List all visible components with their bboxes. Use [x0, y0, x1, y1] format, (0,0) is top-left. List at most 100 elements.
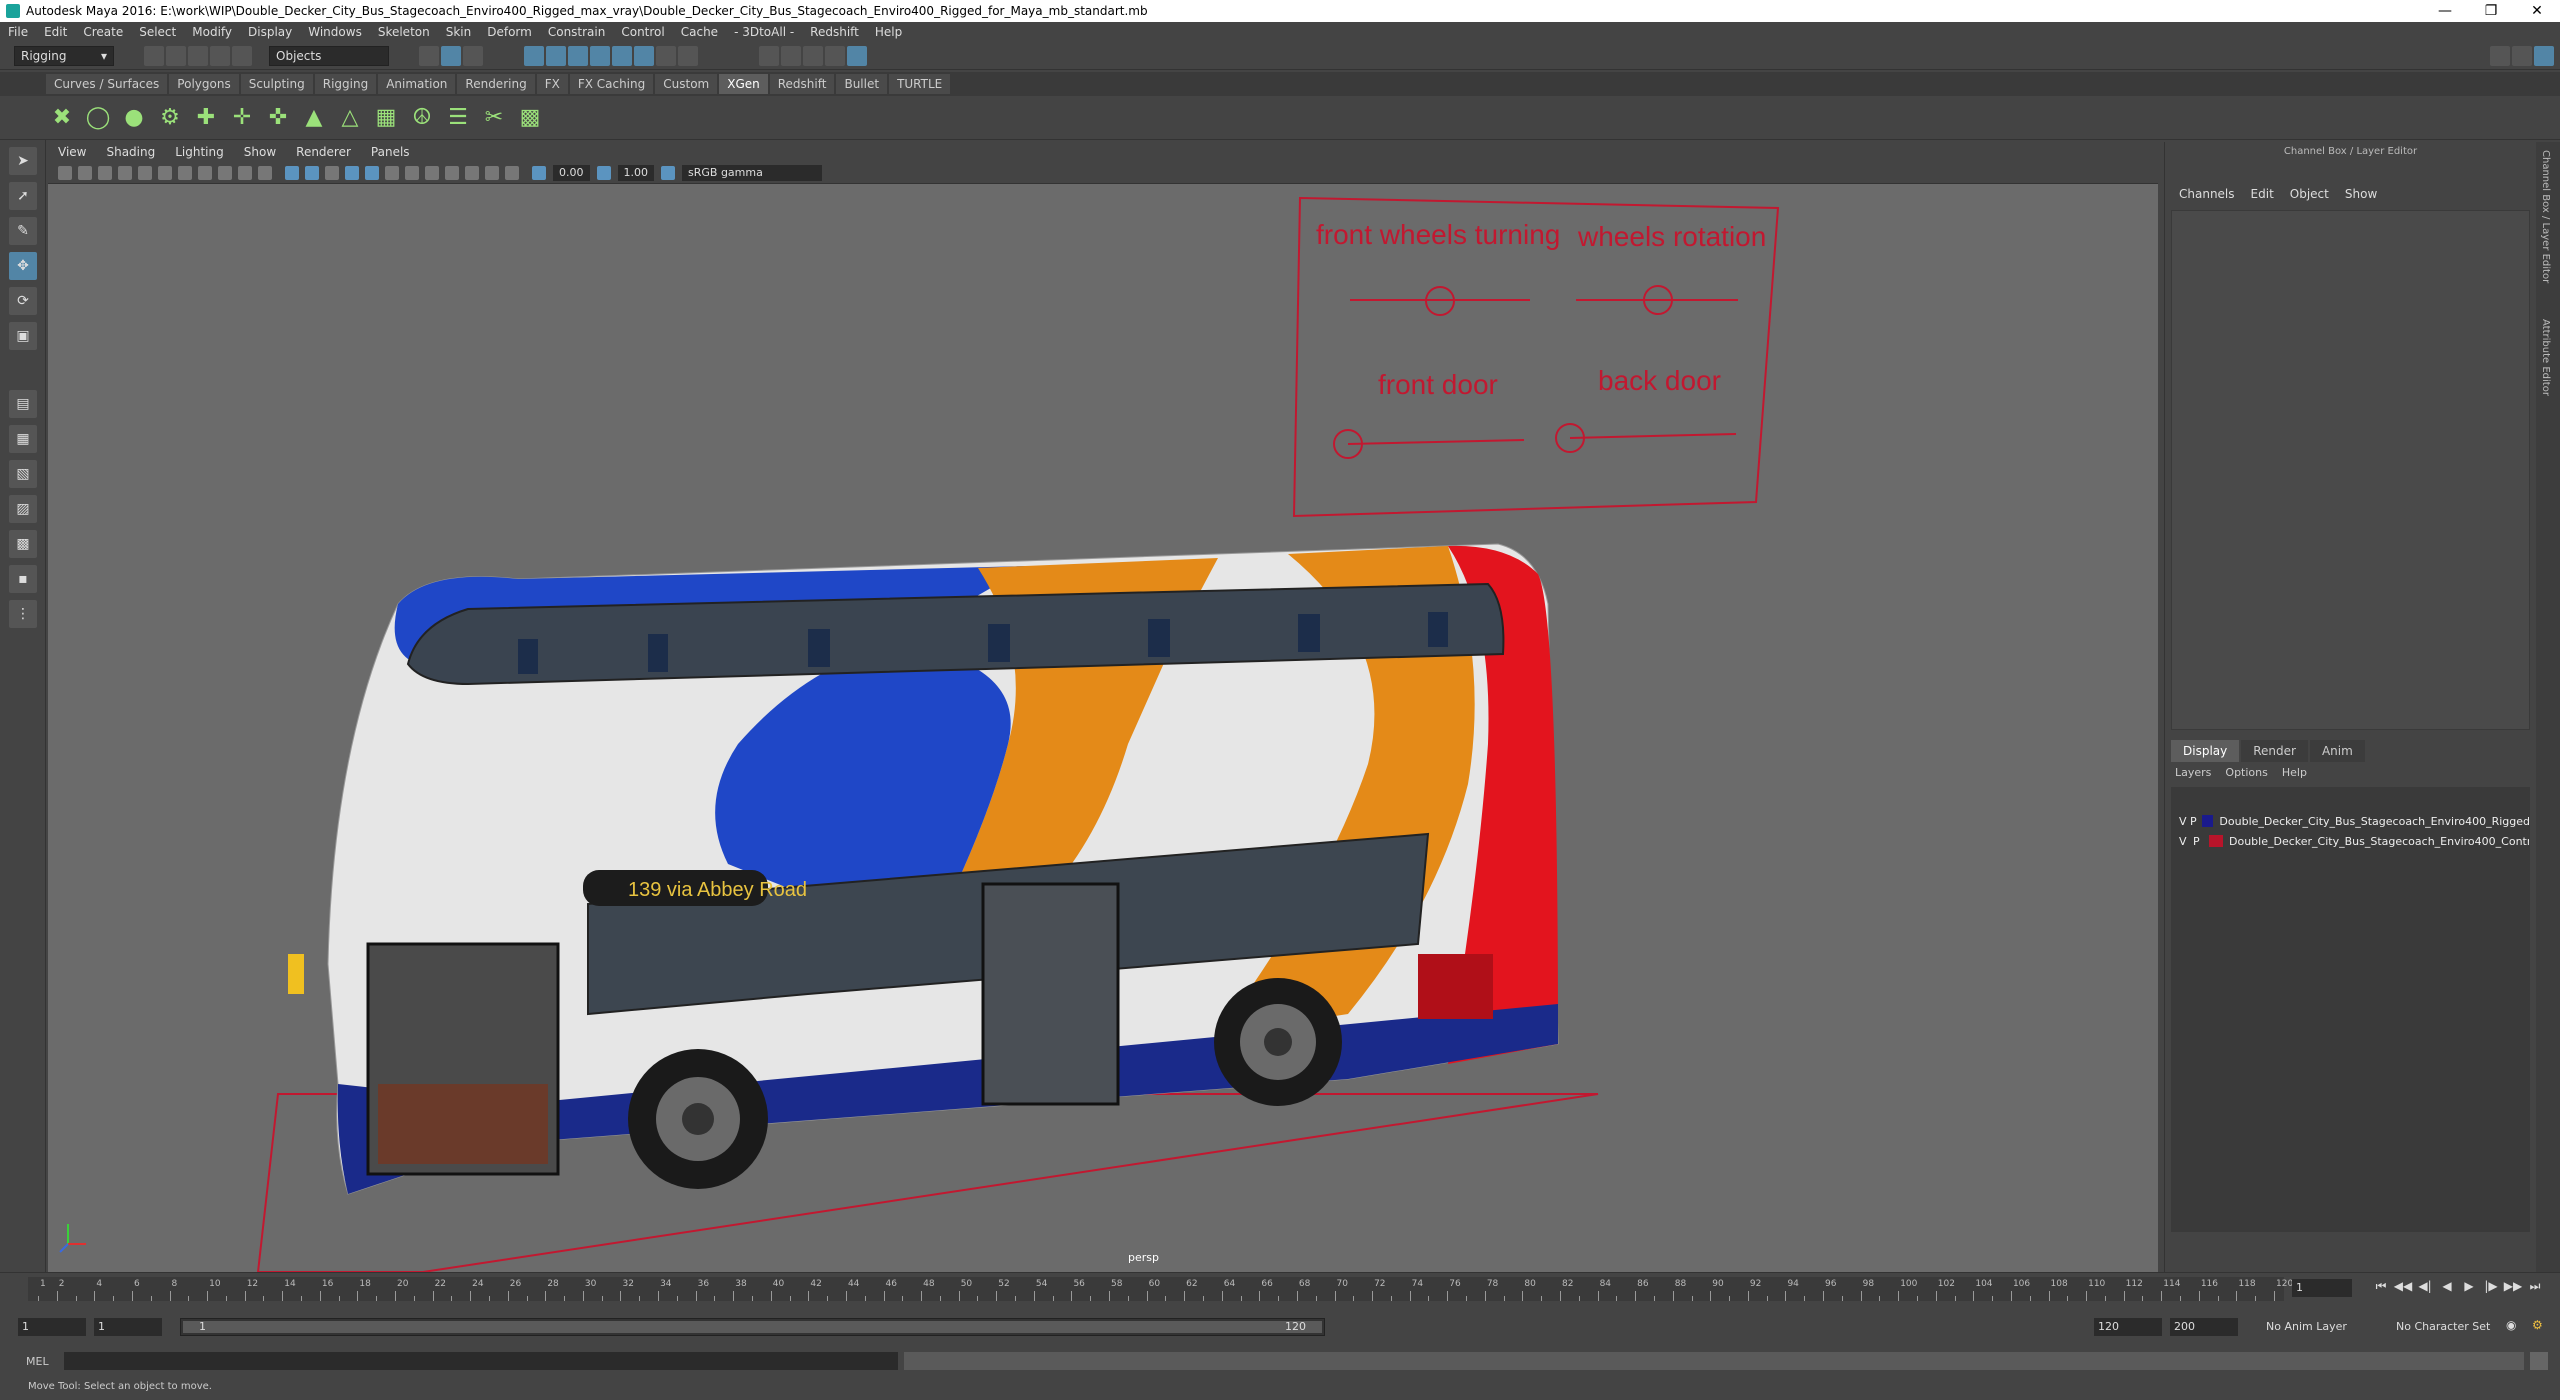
gamma-icon[interactable]: [596, 165, 611, 180]
step-forward-icon[interactable]: |▶: [2480, 1279, 2502, 1297]
restore-icon[interactable]: ❐: [2468, 0, 2514, 22]
shelf-tab-redshift[interactable]: Redshift: [769, 74, 835, 94]
xgen-preview-icon[interactable]: ▩: [516, 104, 544, 132]
layer-playback[interactable]: P: [2193, 835, 2209, 848]
panel-menu-shading[interactable]: Shading: [96, 145, 165, 159]
time-ruler[interactable]: 1 2 4 6 8 10 12 14 16 18 20 22 24 26 28 30 32 34 36 38 40 42 4…: [28, 1277, 2293, 1301]
menu-3dtoall[interactable]: - 3DtoAll -: [726, 25, 802, 39]
shelf-tab-xgen[interactable]: XGen: [719, 74, 768, 94]
shelf-tab-rigging[interactable]: Rigging: [314, 74, 377, 94]
bus-model[interactable]: 139 via Abbey Road: [288, 543, 1559, 1195]
anim-layer-dropdown[interactable]: No Anim Layer: [2262, 1318, 2372, 1336]
play-forward-icon[interactable]: ▶: [2458, 1279, 2480, 1297]
anim-end-field[interactable]: 200: [2170, 1318, 2238, 1336]
anti-aliasing-icon[interactable]: [445, 165, 459, 180]
snap-surface-icon[interactable]: [612, 45, 632, 66]
image-plane-icon[interactable]: [118, 165, 132, 180]
shadows-icon[interactable]: [385, 165, 399, 180]
select-object-icon[interactable]: [441, 45, 461, 66]
side-tab-attribute-editor[interactable]: Attribute Editor: [2536, 311, 2555, 404]
use-all-lights-icon[interactable]: [365, 165, 379, 180]
select-hierarchy-icon[interactable]: [419, 45, 439, 66]
menu-deform[interactable]: Deform: [479, 25, 540, 39]
grid-toggle-icon[interactable]: [138, 165, 152, 180]
xgen-bend-icon[interactable]: △: [336, 104, 364, 132]
ipr-render-icon[interactable]: [781, 45, 801, 66]
outliner-layout-icon[interactable]: ▪: [9, 565, 37, 593]
persp-graph-icon[interactable]: ▨: [9, 495, 37, 523]
panel-menu-view[interactable]: View: [48, 145, 96, 159]
channel-menu-object[interactable]: Object: [2282, 187, 2337, 201]
film-gate-icon[interactable]: [158, 165, 172, 180]
default-material-icon[interactable]: [325, 165, 339, 180]
menu-redshift[interactable]: Redshift: [802, 25, 867, 39]
xgen-comb-icon[interactable]: ☰: [444, 104, 472, 132]
gate-mask-icon[interactable]: [198, 165, 212, 180]
persp-outliner-icon[interactable]: ▧: [9, 460, 37, 488]
menu-windows[interactable]: Windows: [300, 25, 370, 39]
camera-select-icon[interactable]: [58, 165, 72, 180]
resolution-gate-icon[interactable]: [178, 165, 192, 180]
single-perspective-icon[interactable]: ▤: [9, 390, 37, 418]
select-tool-icon[interactable]: ➤: [9, 147, 37, 175]
shelf-tab-curves[interactable]: Curves / Surfaces: [46, 74, 168, 94]
bookmark-icon[interactable]: [98, 165, 112, 180]
shelf-tab-polygons[interactable]: Polygons: [169, 74, 239, 94]
render-settings-icon[interactable]: [803, 45, 823, 66]
range-slider[interactable]: 1 120: [180, 1318, 1325, 1336]
xgen-cut-icon[interactable]: ✂: [480, 104, 508, 132]
menu-modify[interactable]: Modify: [184, 25, 240, 39]
menu-constrain[interactable]: Constrain: [540, 25, 614, 39]
colorspace-dropdown[interactable]: sRGB gamma: [682, 164, 822, 181]
selection-mode-dropdown[interactable]: Objects: [269, 45, 389, 66]
scale-tool-icon[interactable]: ▣: [9, 322, 37, 350]
xgen-editor-icon[interactable]: ✖: [48, 104, 76, 132]
shelf-tab-animation[interactable]: Animation: [378, 74, 456, 94]
menu-cache[interactable]: Cache: [673, 25, 726, 39]
layer-color-swatch[interactable]: [2209, 835, 2223, 847]
channel-box-area[interactable]: [2171, 210, 2530, 730]
wireframe-icon[interactable]: [285, 165, 299, 180]
layer-menu-layers[interactable]: Layers: [2175, 766, 2211, 779]
save-scene-icon[interactable]: [188, 45, 208, 66]
history-icon[interactable]: [656, 45, 676, 66]
xray-joints-icon[interactable]: [505, 165, 519, 180]
menu-help[interactable]: Help: [867, 25, 910, 39]
undo-icon[interactable]: [210, 45, 230, 66]
step-back-key-icon[interactable]: ◀◀: [2392, 1279, 2414, 1297]
field-chart-icon[interactable]: [218, 165, 232, 180]
script-editor-icon[interactable]: [2530, 1352, 2548, 1370]
mel-input[interactable]: [64, 1352, 898, 1370]
redshift-render-icon[interactable]: [847, 45, 867, 66]
menu-create[interactable]: Create: [75, 25, 131, 39]
menu-skin[interactable]: Skin: [438, 25, 480, 39]
new-scene-icon[interactable]: [144, 45, 164, 66]
layer-tab-display[interactable]: Display: [2171, 740, 2240, 762]
exposure-field[interactable]: 0.00: [553, 164, 590, 181]
snap-grid-icon[interactable]: [524, 45, 544, 66]
layer-visibility[interactable]: V: [2179, 835, 2193, 848]
panel-menu-renderer[interactable]: Renderer: [286, 145, 361, 159]
four-view-icon[interactable]: ▦: [9, 425, 37, 453]
go-end-icon[interactable]: ⏭: [2524, 1279, 2546, 1297]
channel-menu-edit[interactable]: Edit: [2243, 187, 2282, 201]
shelf-tab-sculpting[interactable]: Sculpting: [240, 74, 313, 94]
layer-visibility[interactable]: V: [2179, 815, 2190, 828]
shelf-tab-fx[interactable]: FX: [536, 74, 568, 94]
channel-menu-show[interactable]: Show: [2337, 187, 2385, 201]
gamma-field[interactable]: 1.00: [617, 164, 654, 181]
shelf-tab-fx-caching[interactable]: FX Caching: [569, 74, 654, 94]
xgen-sculpt-icon[interactable]: ✜: [264, 104, 292, 132]
layer-menu-options[interactable]: Options: [2225, 766, 2267, 779]
xray-icon[interactable]: [485, 165, 499, 180]
textured-icon[interactable]: [345, 165, 359, 180]
gear-icon[interactable]: [2534, 45, 2554, 66]
xgen-create-description-icon[interactable]: ◯: [84, 104, 112, 132]
paint-select-icon[interactable]: ✎: [9, 217, 37, 245]
menu-display[interactable]: Display: [240, 25, 300, 39]
more-layouts-icon[interactable]: ⋮: [9, 600, 37, 628]
xgen-length-icon[interactable]: ▲: [300, 104, 328, 132]
step-forward-key-icon[interactable]: ▶▶: [2502, 1279, 2524, 1297]
layer-menu-help[interactable]: Help: [2282, 766, 2307, 779]
menu-control[interactable]: Control: [613, 25, 672, 39]
